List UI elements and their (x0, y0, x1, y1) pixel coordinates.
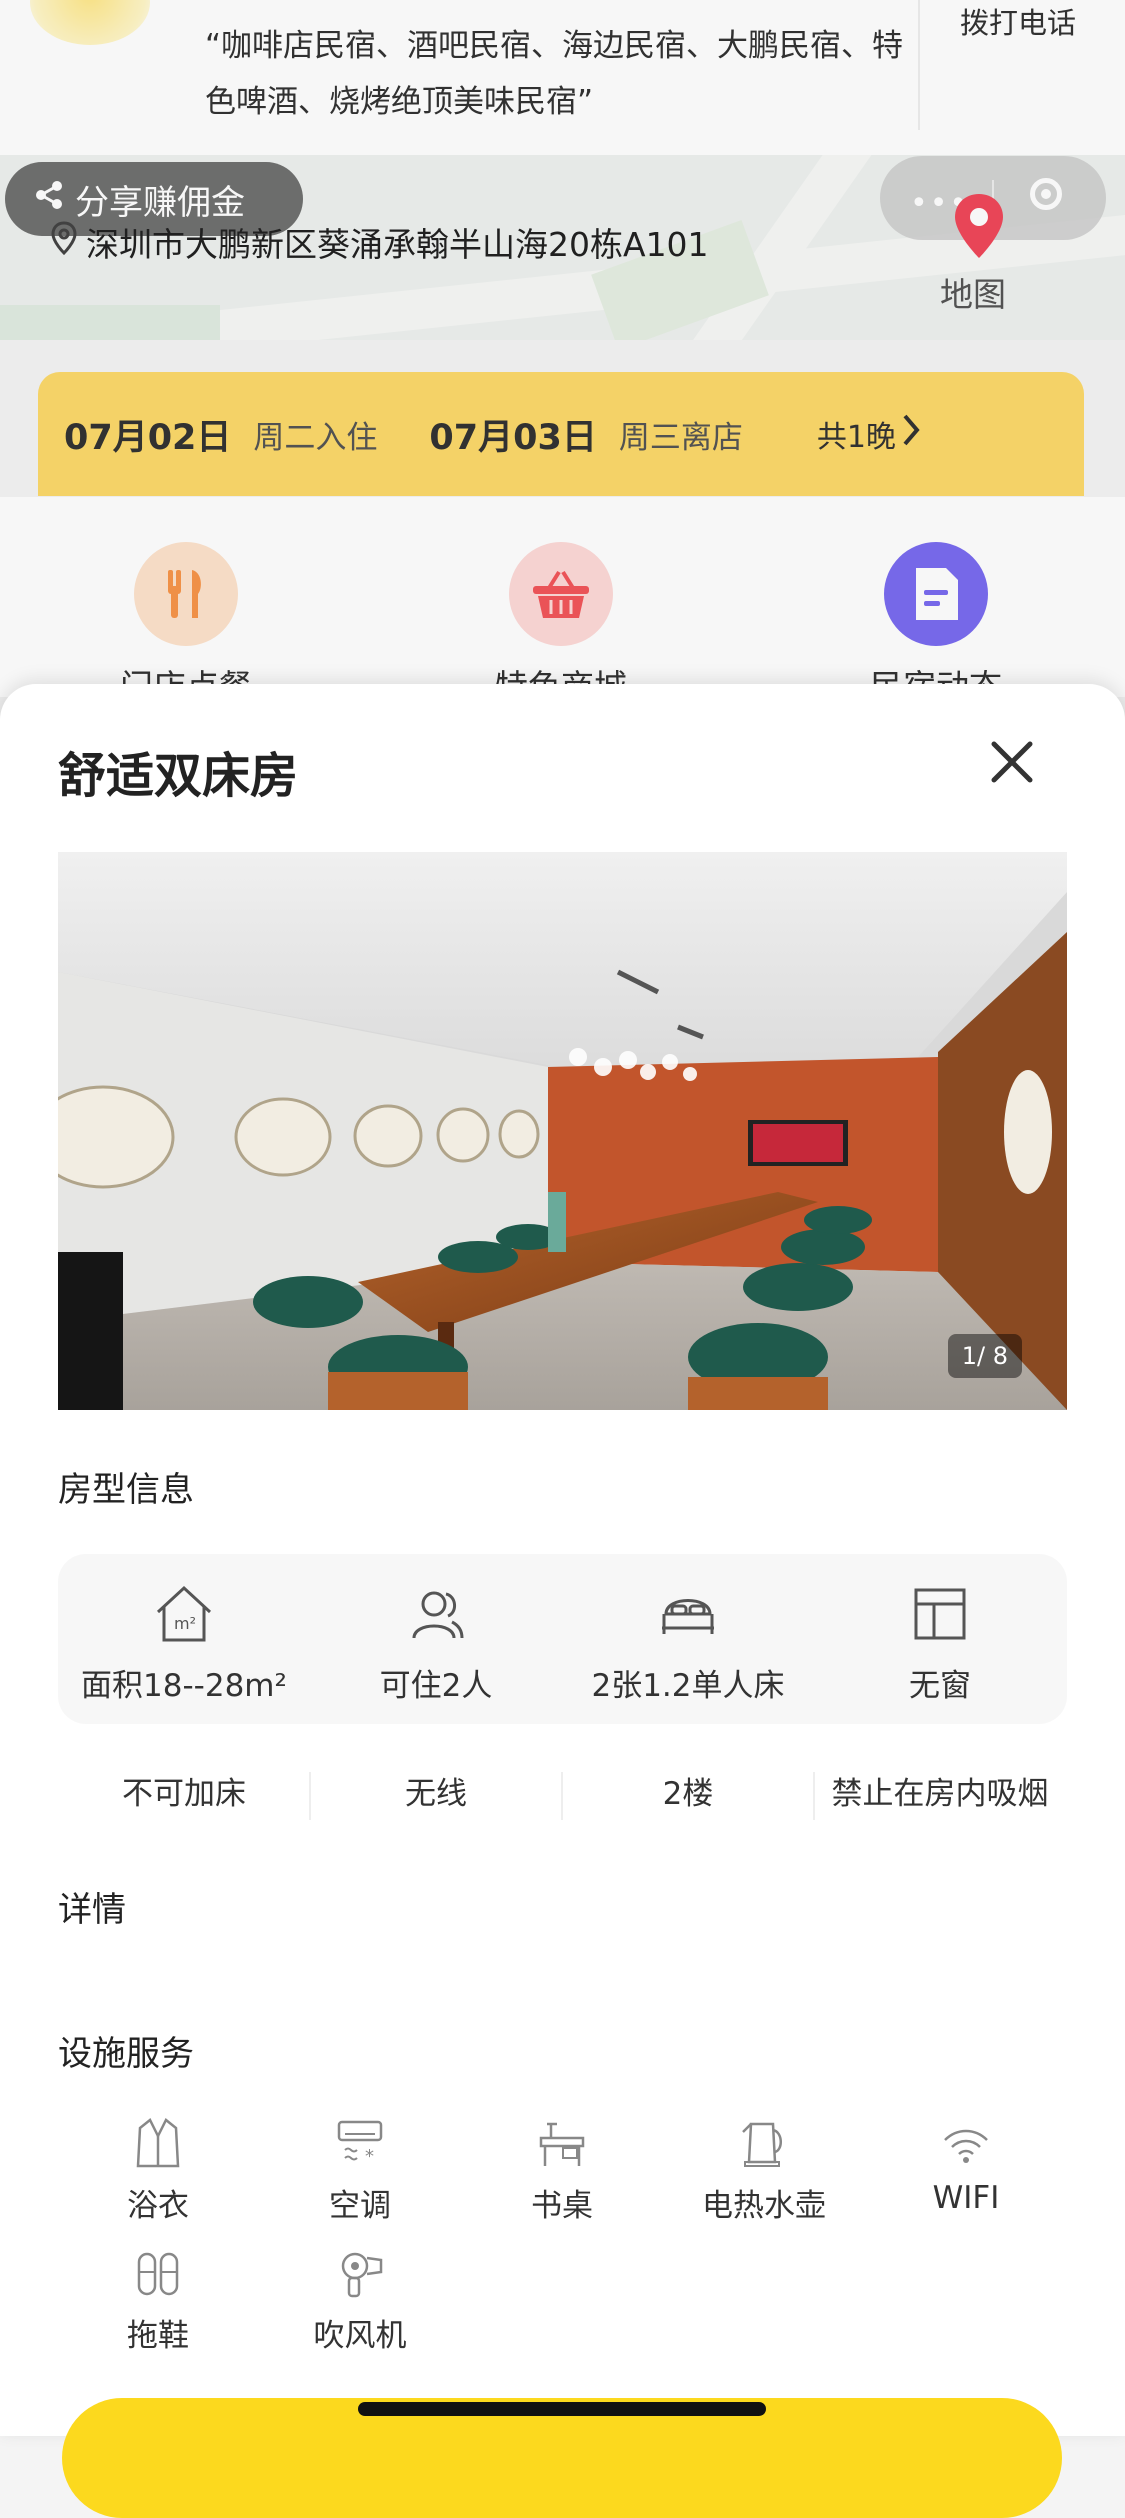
room-photo[interactable]: 1/ 8 (58, 852, 1067, 1410)
info-beds: 2张1.2单人床 (562, 1584, 814, 1705)
facility-label: 空调 (329, 2188, 391, 2224)
facility-label: WIFI (932, 2180, 1000, 2216)
room-detail-sheet: 舒适双床房 1/ 8 房型信息 m² 面积18--28m² 可住2人 2张1.2… (0, 684, 1125, 2436)
facility-hair-dryer: 吹风机 (260, 2250, 460, 2355)
details-title: 详情 (58, 1890, 126, 1930)
room-info-card: m² 面积18--28m² 可住2人 2张1.2单人床 无窗 (58, 1554, 1067, 1724)
info-window: 无窗 (814, 1584, 1066, 1705)
info-area: m² 面积18--28m² (58, 1584, 310, 1705)
facilities-title: 设施服务 (58, 2034, 194, 2074)
room-tags: 不可加床 无线 2楼 禁止在房内吸烟 (58, 1764, 1067, 1824)
book-button[interactable] (62, 2398, 1062, 2518)
info-capacity: 可住2人 (310, 1584, 562, 1705)
kettle-icon (742, 2122, 782, 2167)
facility-label: 拖鞋 (127, 2318, 189, 2354)
hair-dryer-icon (341, 2252, 383, 2298)
facility-kettle: 电热水壶 (664, 2116, 864, 2225)
tag-floor: 2楼 (662, 1776, 714, 1812)
close-button[interactable] (980, 730, 1044, 794)
svg-text:*: * (365, 2146, 374, 2167)
svg-text:m²: m² (174, 1614, 196, 1633)
people-icon (412, 1591, 464, 1639)
desk-icon (539, 2122, 585, 2166)
info-label: 可住2人 (379, 1668, 493, 1704)
facility-desk: 书桌 (462, 2116, 662, 2225)
air-conditioner-icon: * (337, 2120, 383, 2167)
info-label: 无窗 (909, 1668, 971, 1704)
tag-extra-bed: 不可加床 (122, 1776, 246, 1812)
facility-slippers: 拖鞋 (58, 2250, 258, 2355)
house-area-icon: m² (156, 1585, 212, 1642)
home-indicator (358, 2402, 766, 2416)
bed-icon (662, 1599, 714, 1634)
facility-label: 电热水壶 (702, 2188, 826, 2224)
room-title: 舒适双床房 (58, 748, 299, 804)
facility-label: 吹风机 (313, 2318, 407, 2354)
room-photo-image (58, 852, 1067, 1410)
bathrobe-icon (136, 2118, 180, 2168)
facility-air-conditioner: * 空调 (260, 2116, 460, 2225)
photo-counter: 1/ 8 (947, 1334, 1022, 1378)
facility-label: 浴衣 (127, 2188, 189, 2224)
wifi-icon (944, 2129, 988, 2163)
room-info-title: 房型信息 (58, 1470, 194, 1510)
facility-label: 书桌 (531, 2188, 593, 2224)
close-icon (991, 741, 1033, 783)
info-label: 2张1.2单人床 (591, 1668, 785, 1704)
tag-wireless: 无线 (405, 1776, 467, 1812)
facility-wifi: WIFI (866, 2116, 1066, 2216)
window-icon (914, 1588, 966, 1640)
tag-no-smoking: 禁止在房内吸烟 (831, 1776, 1049, 1812)
facility-bathrobe: 浴衣 (58, 2116, 258, 2225)
info-label: 面积18--28m² (81, 1668, 287, 1704)
slippers-icon (137, 2252, 179, 2296)
